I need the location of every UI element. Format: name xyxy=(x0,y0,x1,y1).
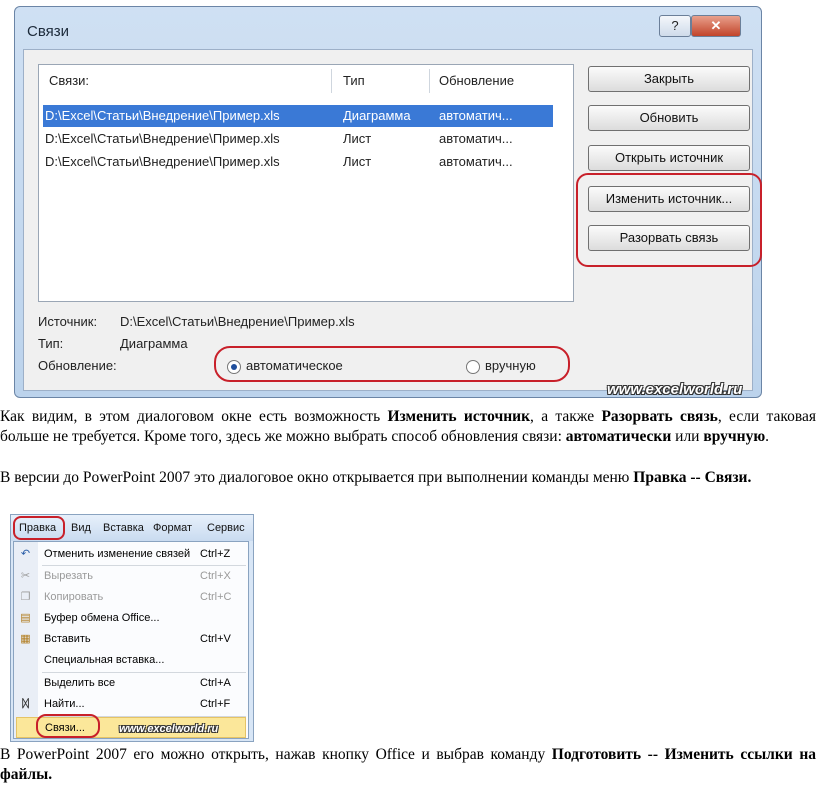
edit-dropdown: ↶ Отменить изменение связей Ctrl+Z ✂ Выр… xyxy=(13,541,249,739)
source-label: Источник: xyxy=(38,314,98,329)
list-item[interactable]: D:\Excel\Статьи\Внедрение\Пример.xls Лис… xyxy=(43,128,553,150)
highlight-links-item xyxy=(36,714,100,738)
update-label: Обновление: xyxy=(38,358,117,373)
undo-icon: ↶ xyxy=(20,548,31,560)
paragraph-2: В версии до PowerPoint 2007 это диалогов… xyxy=(0,469,752,486)
row-update: автоматич... xyxy=(439,154,513,169)
menu-item-label: Вырезать xyxy=(44,570,93,582)
row-update: автоматич... xyxy=(439,131,513,146)
menu-item-label: Специальная вставка... xyxy=(44,654,165,666)
help-button[interactable]: ? xyxy=(659,15,691,37)
menu-item-office-clipboard[interactable]: ▤ Буфер обмена Office... xyxy=(14,608,246,629)
menu-item-label: Вставить xyxy=(44,633,91,645)
menu-item-label: Выделить все xyxy=(44,677,116,689)
menu-item-paste-special[interactable]: Специальная вставка... xyxy=(14,650,246,671)
copy-icon: ❐ xyxy=(20,591,31,603)
menu-item-shortcut: Ctrl+Z xyxy=(200,548,231,560)
highlight-radio xyxy=(214,346,570,382)
paragraph-1: Как видим, в этом диалоговом окне есть в… xyxy=(0,408,816,445)
list-header: Связи: Тип Обновление xyxy=(39,73,573,93)
menu-tools[interactable]: Сервис xyxy=(207,522,245,534)
binoculars-icon: ᛞ xyxy=(22,698,29,710)
col-type[interactable]: Тип xyxy=(343,73,365,88)
dialog-title: Связи xyxy=(27,23,70,40)
list-item[interactable]: D:\Excel\Статьи\Внедрение\Пример.xls Диа… xyxy=(43,105,553,127)
cut-icon: ✂ xyxy=(20,570,31,582)
dialog-body: Связи: Тип Обновление D:\Excel\Статьи\Вн… xyxy=(23,49,762,391)
menu-format[interactable]: Формат xyxy=(153,522,192,534)
menu-item-shortcut: Ctrl+A xyxy=(200,677,231,689)
list-item[interactable]: D:\Excel\Статьи\Внедрение\Пример.xls Лис… xyxy=(43,151,553,173)
menu-item-label: Буфер обмена Office... xyxy=(44,612,160,624)
menu-item-undo[interactable]: ↶ Отменить изменение связей Ctrl+Z xyxy=(14,544,246,565)
row-type: Диаграмма xyxy=(343,108,411,123)
col-update[interactable]: Обновление xyxy=(439,73,514,88)
column-divider[interactable] xyxy=(331,69,332,93)
paragraph-3: В PowerPoint 2007 его можно открыть, наж… xyxy=(0,746,816,783)
row-update: автоматич... xyxy=(439,108,513,123)
update-button[interactable]: Обновить xyxy=(588,105,750,131)
row-path: D:\Excel\Статьи\Внедрение\Пример.xls xyxy=(45,108,280,123)
paste-icon: ▦ xyxy=(20,633,31,645)
links-list[interactable]: Связи: Тип Обновление D:\Excel\Статьи\Вн… xyxy=(38,64,574,302)
type-label: Тип: xyxy=(38,336,64,351)
type-value: Диаграмма xyxy=(120,336,188,351)
menu-item-label: Отменить изменение связей xyxy=(44,548,191,560)
close-window-button[interactable]: ✕ xyxy=(691,15,741,37)
source-value: D:\Excel\Статьи\Внедрение\Пример.xls xyxy=(120,314,355,329)
row-type: Лист xyxy=(343,154,372,169)
menu-item-paste[interactable]: ▦ Вставить Ctrl+V xyxy=(14,629,246,650)
menu-item-label: Копировать xyxy=(44,591,104,603)
row-path: D:\Excel\Статьи\Внедрение\Пример.xls xyxy=(45,154,280,169)
menu-insert[interactable]: Вставка xyxy=(103,522,144,534)
edit-menu-screenshot: Правка Вид Вставка Формат Сервис ↶ Отмен… xyxy=(10,514,254,742)
watermark: www.excelworld.ru xyxy=(607,381,743,398)
close-button[interactable]: Закрыть xyxy=(588,66,750,92)
open-source-button[interactable]: Открыть источник xyxy=(588,145,750,171)
watermark: www.excelworld.ru xyxy=(119,723,219,735)
column-divider[interactable] xyxy=(429,69,430,93)
clipboard-icon: ▤ xyxy=(20,612,31,624)
col-links[interactable]: Связи: xyxy=(49,73,89,88)
menu-view[interactable]: Вид xyxy=(71,522,91,534)
menu-item-label: Найти... xyxy=(44,698,85,710)
highlight-buttons xyxy=(576,173,762,267)
menu-item-cut[interactable]: ✂ Вырезать Ctrl+X xyxy=(14,566,246,587)
links-dialog: Связи ? ✕ Связи: Тип Обновление D:\Excel… xyxy=(14,6,762,398)
row-path: D:\Excel\Статьи\Внедрение\Пример.xls xyxy=(45,131,280,146)
highlight-edit-menu xyxy=(13,516,65,540)
menu-item-shortcut: Ctrl+C xyxy=(200,591,232,603)
menu-item-shortcut: Ctrl+X xyxy=(200,570,231,582)
menu-item-shortcut: Ctrl+F xyxy=(200,698,231,710)
menu-item-copy[interactable]: ❐ Копировать Ctrl+C xyxy=(14,587,246,608)
menu-item-select-all[interactable]: Выделить все Ctrl+A xyxy=(14,673,246,694)
row-type: Лист xyxy=(343,131,372,146)
menu-item-find[interactable]: ᛞ Найти... Ctrl+F xyxy=(14,694,246,715)
menu-item-shortcut: Ctrl+V xyxy=(200,633,231,645)
